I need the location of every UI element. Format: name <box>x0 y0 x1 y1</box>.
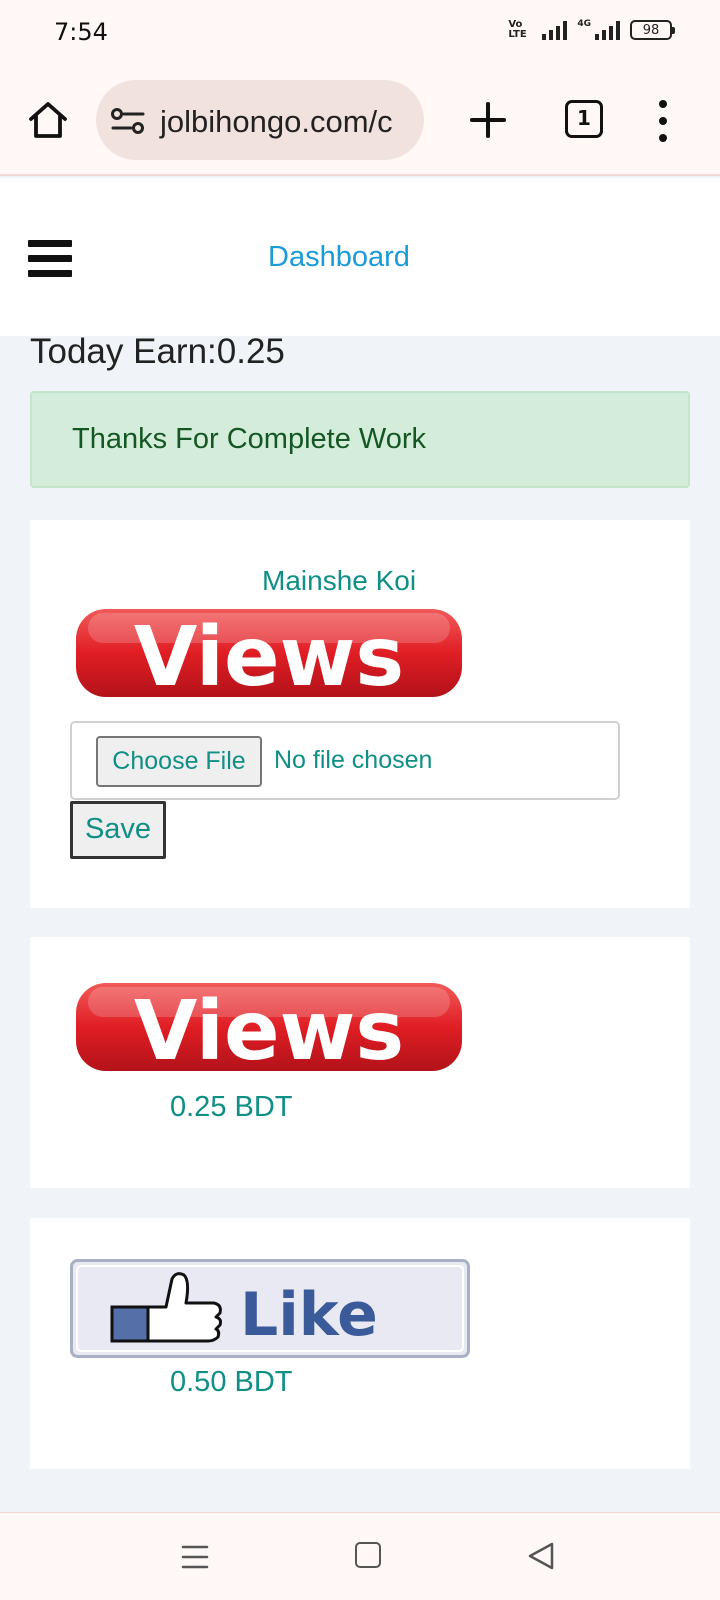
home-icon[interactable] <box>26 98 70 142</box>
home-square-icon[interactable] <box>355 1542 381 1568</box>
new-tab-icon[interactable] <box>466 98 510 142</box>
offer-card-like[interactable]: Like 0.50 BDT <box>30 1218 690 1469</box>
status-icons: Vo LTE 4G 98 <box>508 19 675 40</box>
browser-toolbar: jolbihongo.com/c 1 <box>0 64 720 176</box>
site-settings-icon[interactable] <box>110 106 146 136</box>
offer-card-views[interactable]: Views 0.25 BDT <box>30 937 690 1188</box>
views-banner-image: Views <box>76 609 462 701</box>
success-alert: Thanks For Complete Work <box>30 391 690 488</box>
offer-price: 0.25 BDT <box>170 1091 293 1123</box>
overflow-menu-icon[interactable] <box>648 100 678 142</box>
recents-icon[interactable] <box>180 1543 210 1571</box>
signal-icon <box>542 20 568 40</box>
views-banner-text: Views <box>134 610 404 701</box>
task-title[interactable]: Mainshe Koi <box>262 565 416 597</box>
url-text: jolbihongo.com/c <box>160 104 393 139</box>
file-upload-field[interactable]: Choose File No file chosen <box>70 721 620 800</box>
status-bar: 7:54 Vo LTE 4G 98 <box>0 0 720 64</box>
views-offer-text: Views <box>134 984 404 1075</box>
signal-icon-sim2 <box>595 20 620 40</box>
today-earn-heading: Today Earn:0.25 <box>30 332 285 371</box>
network-type-label: 4G <box>577 19 591 29</box>
like-offer-text: Like <box>240 1280 378 1350</box>
battery-level: 98 <box>642 22 660 38</box>
file-status-text: No file chosen <box>274 746 433 774</box>
system-nav-bar <box>0 1512 720 1600</box>
battery-icon: 98 <box>630 20 675 40</box>
tab-switcher-icon[interactable]: 1 <box>565 100 603 138</box>
dashboard-link[interactable]: Dashboard <box>268 241 410 274</box>
task-card: Mainshe Koi Views Choose File No file ch… <box>30 520 690 908</box>
address-bar[interactable]: jolbihongo.com/c <box>96 80 424 160</box>
back-icon[interactable] <box>526 1540 556 1572</box>
site-header: Dashboard <box>0 178 720 336</box>
volte-icon: Vo LTE <box>508 19 527 40</box>
save-button[interactable]: Save <box>70 801 166 859</box>
choose-file-button[interactable]: Choose File <box>96 736 262 787</box>
like-offer-image[interactable]: Like <box>70 1259 470 1358</box>
views-offer-image[interactable]: Views <box>74 979 464 1075</box>
hamburger-icon[interactable] <box>28 240 74 278</box>
alert-message: Thanks For Complete Work <box>72 423 427 455</box>
offer-price: 0.50 BDT <box>170 1366 293 1398</box>
status-time: 7:54 <box>54 18 108 46</box>
